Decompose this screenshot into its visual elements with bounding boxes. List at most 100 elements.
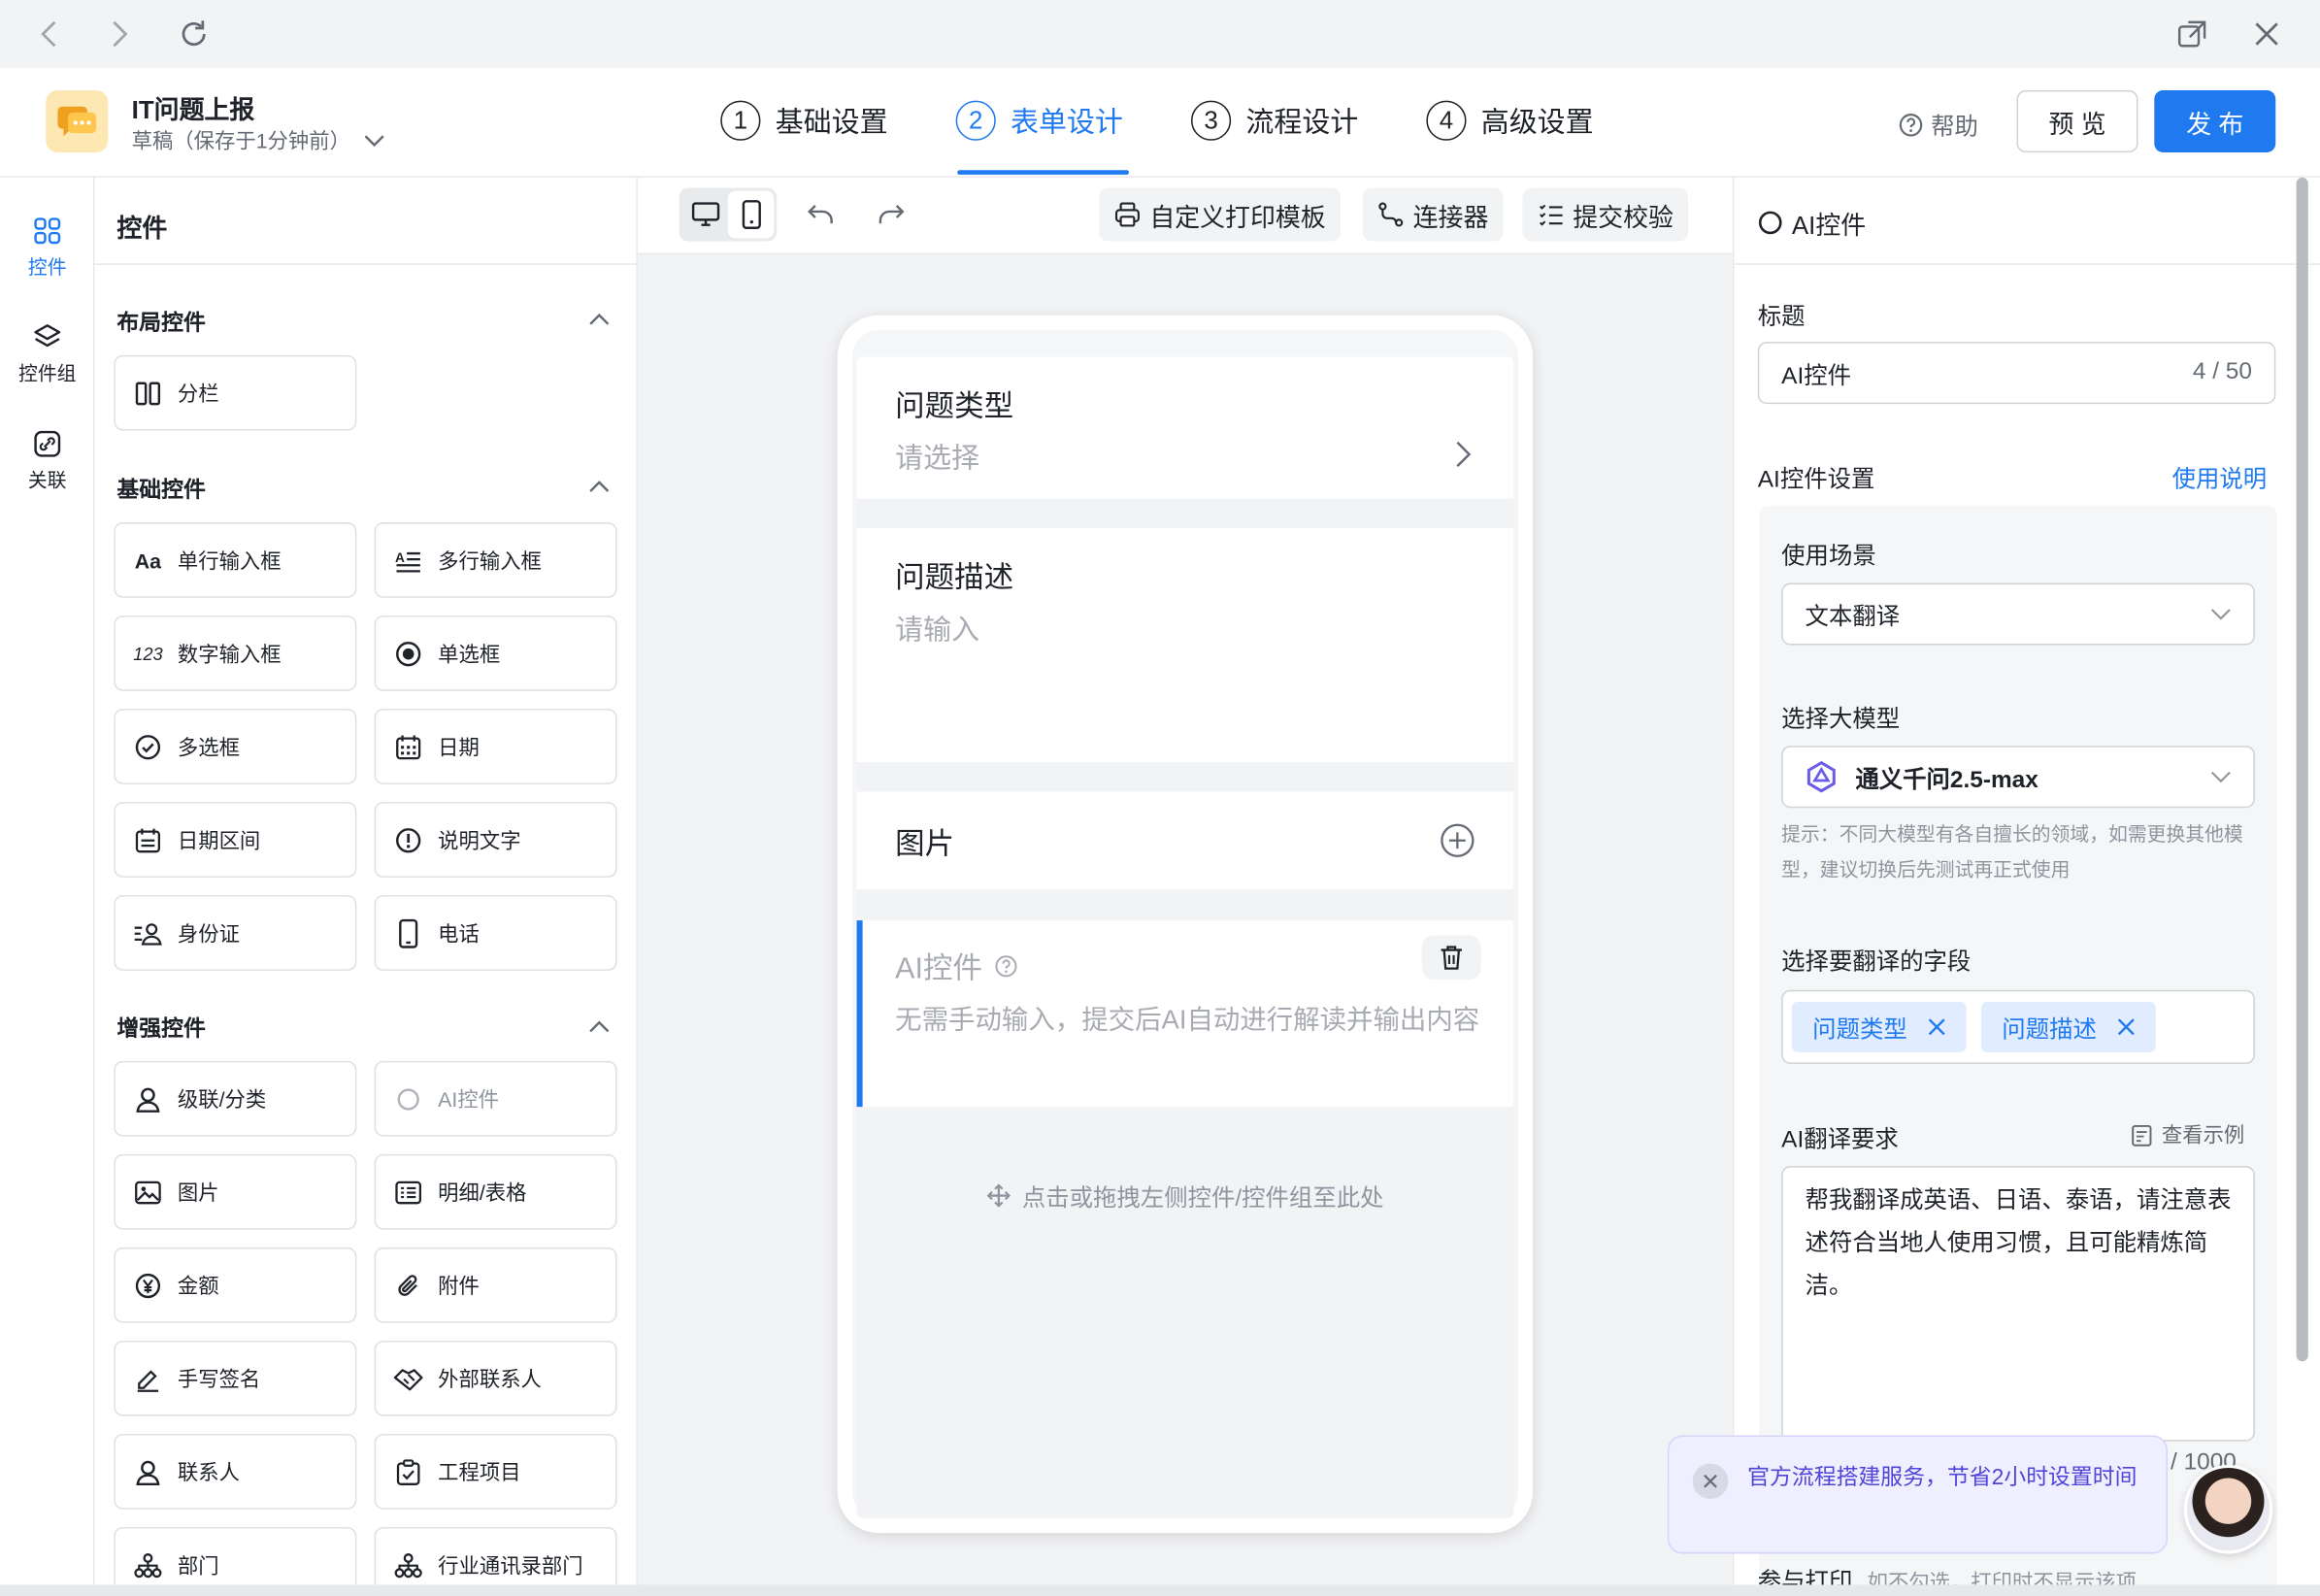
chevron-up-icon[interactable] (589, 1019, 610, 1033)
scene-select[interactable]: 文本翻译 (1781, 582, 2255, 646)
control-phone[interactable]: 电话 (374, 895, 617, 971)
signature-icon (133, 1364, 162, 1393)
control-radio[interactable]: 单选框 (374, 615, 617, 691)
trash-icon (1441, 946, 1462, 970)
requirement-textarea[interactable]: 帮我翻译成英语、日语、泰语，请注意表述符合当地人使用习惯，且可能精炼简洁。 (1781, 1166, 2255, 1442)
chevron-up-icon[interactable] (589, 480, 610, 493)
step-label: 流程设计 (1245, 108, 1359, 140)
control-ai[interactable]: AI控件 (374, 1060, 617, 1137)
close-icon[interactable] (1928, 1018, 1945, 1036)
control-amount[interactable]: 金额 (114, 1247, 357, 1323)
close-icon[interactable] (2247, 15, 2286, 53)
form-field-issue-description[interactable]: 问题描述 请输入 (856, 528, 1514, 762)
field-label: 问题类型 (895, 390, 1014, 423)
refresh-icon[interactable] (175, 15, 214, 53)
control-label: 部门 (177, 1552, 219, 1578)
control-date-range[interactable]: 日期区间 (114, 802, 357, 878)
model-select[interactable]: 通义千问2.5-max (1781, 746, 2255, 809)
control-external-contact[interactable]: 外部联系人 (374, 1340, 617, 1416)
publish-button[interactable]: 发 布 (2154, 89, 2276, 152)
ai-settings-box: 使用场景 文本翻译 选择大模型 通义千问2.5-max 提示：不同大模型有各自擅… (1759, 506, 2277, 1596)
layers-icon (34, 324, 61, 348)
control-label: 单选框 (438, 641, 501, 666)
submit-check-button[interactable]: 提交校验 (1522, 187, 1689, 242)
support-avatar[interactable] (2183, 1464, 2273, 1554)
rail-item-controls[interactable]: 控件 (0, 216, 95, 281)
control-image[interactable]: 图片 (114, 1153, 357, 1230)
control-contact[interactable]: 联系人 (114, 1433, 357, 1510)
checkbox-icon (133, 732, 162, 761)
back-icon[interactable] (29, 15, 68, 53)
control-label: 级联/分类 (177, 1086, 267, 1111)
chat-app-icon (46, 89, 109, 152)
step-advanced-settings[interactable]: 4 高级设置 (1426, 100, 1594, 141)
control-number-input[interactable]: 123 数字输入框 (114, 615, 357, 691)
field-label: 问题描述 (895, 562, 1014, 595)
connector-button[interactable]: 连接器 (1362, 187, 1504, 242)
view-example-link[interactable]: 查看示例 (2131, 1120, 2244, 1149)
field-tag-issue-type[interactable]: 问题类型 (1791, 1001, 1967, 1052)
form-field-issue-type[interactable]: 问题类型 请选择 (856, 356, 1514, 499)
paperclip-icon (393, 1271, 422, 1300)
preview-button[interactable]: 预 览 (2016, 89, 2138, 152)
open-window-icon[interactable] (2173, 15, 2212, 53)
control-label: 数字输入框 (177, 641, 282, 666)
document-icon (2132, 1124, 2152, 1146)
add-circle-icon[interactable] (1440, 822, 1475, 858)
forward-icon[interactable] (101, 15, 140, 53)
org-icon (133, 1550, 162, 1579)
undo-icon[interactable] (807, 203, 836, 226)
step-form-design[interactable]: 2 表单设计 (955, 100, 1123, 141)
info-icon (393, 825, 422, 854)
title-input[interactable]: AI控件 4 / 50 (1757, 342, 2276, 405)
chevron-up-icon[interactable] (589, 313, 610, 326)
translate-fields-select[interactable]: 问题类型 问题描述 (1781, 989, 2255, 1064)
properties-scrollbar[interactable] (2296, 177, 2308, 1362)
chevron-right-icon (1454, 440, 1472, 469)
radio-icon (393, 639, 422, 668)
control-multi-line-input[interactable]: A 多行输入框 (374, 522, 617, 598)
checklist-icon (1540, 204, 1563, 226)
step-number: 2 (955, 100, 996, 141)
control-label: 多选框 (177, 734, 240, 759)
control-cascade[interactable]: 级联/分类 (114, 1060, 357, 1137)
control-label: 外部联系人 (438, 1366, 542, 1391)
control-detail-table[interactable]: 明细/表格 (374, 1153, 617, 1230)
close-icon[interactable] (2117, 1018, 2135, 1036)
print-template-button[interactable]: 自定义打印模板 (1099, 187, 1341, 242)
panel-title: 控件 (116, 215, 168, 243)
redo-icon[interactable] (876, 203, 905, 226)
drop-zone-hint[interactable]: 点击或拖拽左侧控件/控件组至此处 (857, 1178, 1514, 1214)
field-tag-issue-description[interactable]: 问题描述 (1980, 1001, 2156, 1052)
form-field-ai-control[interactable]: AI控件 无需手动输入，提交后AI自动进行解读并输出内容 (856, 920, 1514, 1108)
app-title: IT问题上报 (131, 96, 255, 125)
step-flow-design[interactable]: 3 流程设计 (1191, 100, 1359, 141)
ai-icon (1758, 211, 1782, 235)
desktop-view-button[interactable] (682, 191, 728, 239)
control-checkbox[interactable]: 多选框 (114, 709, 357, 784)
step-basic-settings[interactable]: 1 基础设置 (720, 100, 888, 141)
rail-item-control-groups[interactable]: 控件组 (0, 322, 95, 386)
rail-item-relations[interactable]: 关联 (0, 429, 95, 493)
control-signature[interactable]: 手写签名 (114, 1340, 357, 1416)
link-icon (34, 430, 61, 457)
control-description-text[interactable]: 说明文字 (374, 802, 617, 878)
control-id-card[interactable]: 身份证 (114, 895, 357, 971)
save-status[interactable]: 草稿（保存于1分钟前） (132, 126, 386, 155)
control-columns[interactable]: 分栏 (114, 354, 357, 431)
control-date[interactable]: 日期 (374, 709, 617, 784)
promo-toast[interactable]: 官方流程搭建服务，节省2小时设置时间 (1667, 1435, 2168, 1554)
mobile-view-button[interactable] (727, 190, 775, 239)
title-label: 标题 (1757, 304, 1806, 330)
step-number: 4 (1426, 100, 1467, 141)
device-switch (679, 187, 778, 242)
usage-guide-link[interactable]: 使用说明 (2172, 459, 2268, 495)
control-single-line-input[interactable]: Aa 单行输入框 (114, 522, 357, 598)
rail-label: 关联 (27, 469, 67, 492)
control-project[interactable]: 工程项目 (374, 1433, 617, 1510)
delete-button[interactable] (1421, 935, 1481, 981)
control-attachment[interactable]: 附件 (374, 1247, 617, 1323)
toast-close-button[interactable] (1692, 1463, 1729, 1500)
form-field-image[interactable]: 图片 (856, 791, 1514, 890)
help-link[interactable]: 帮助 (1899, 107, 1978, 143)
